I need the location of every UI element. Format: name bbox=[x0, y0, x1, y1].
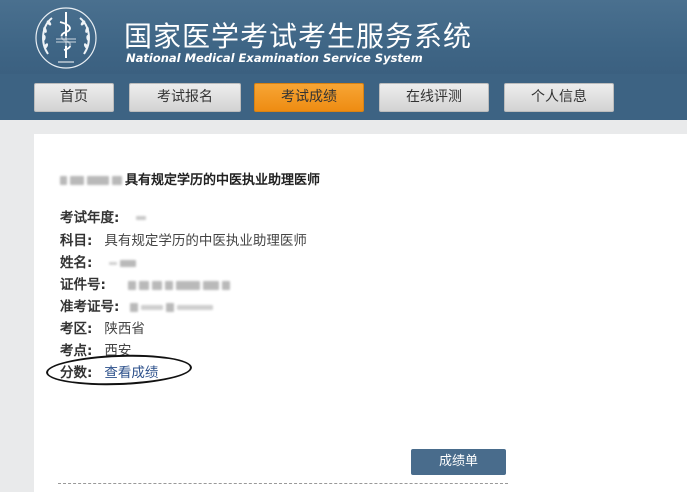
subject-label: 科目: bbox=[60, 233, 93, 249]
redacted-mark bbox=[140, 304, 163, 310]
result-card-title: 具有规定学历的中医执业助理医师 bbox=[60, 169, 320, 188]
redacted-mark bbox=[176, 304, 213, 310]
caduceus-emblem-icon bbox=[35, 7, 97, 69]
admission-ticket-label: 准考证号: bbox=[60, 299, 120, 315]
redacted-mark bbox=[108, 261, 117, 265]
score-report-button[interactable]: 成绩单 bbox=[411, 449, 506, 475]
nav-registration[interactable]: 考试报名 bbox=[129, 83, 241, 112]
system-title: 国家医学考试考生服务系统 bbox=[124, 20, 473, 53]
redacted-mark bbox=[176, 280, 201, 290]
redacted-mark bbox=[165, 302, 174, 312]
redacted-mark bbox=[135, 216, 146, 220]
name-label: 姓名: bbox=[60, 255, 93, 271]
nav-exam-results[interactable]: 考试成绩 bbox=[254, 83, 364, 112]
subject-value: 具有规定学历的中医执业助理医师 bbox=[104, 233, 307, 249]
nav-online-assessment[interactable]: 在线评测 bbox=[379, 83, 489, 112]
nav-personal-info[interactable]: 个人信息 bbox=[504, 83, 614, 112]
field-subject: 科目: 具有规定学历的中医执业助理医师 bbox=[60, 229, 307, 249]
redacted-mark bbox=[87, 176, 109, 185]
field-admission-ticket: 准考证号: bbox=[60, 295, 216, 315]
field-name: 姓名: bbox=[60, 251, 139, 271]
field-id-number: 证件号: bbox=[60, 273, 233, 293]
redacted-mark bbox=[128, 280, 137, 290]
exam-region-label: 考区: bbox=[60, 321, 93, 337]
redacted-mark bbox=[129, 302, 138, 312]
redacted-mark bbox=[222, 280, 231, 290]
dashed-divider bbox=[58, 483, 508, 484]
nav-home[interactable]: 首页 bbox=[34, 83, 114, 112]
redacted-mark bbox=[139, 280, 150, 290]
redacted-mark bbox=[152, 280, 163, 290]
id-number-label: 证件号: bbox=[60, 277, 106, 293]
main-nav: 首页 考试报名 考试成绩 在线评测 个人信息 bbox=[0, 74, 687, 120]
site-header: 国家医学考试考生服务系统 National Medical Examinatio… bbox=[0, 0, 687, 74]
redacted-mark bbox=[165, 280, 174, 290]
system-title-english: National Medical Examination Service Sys… bbox=[126, 51, 423, 65]
redacted-mark bbox=[70, 176, 84, 185]
field-exam-year: 考试年度: bbox=[60, 206, 149, 226]
redacted-mark bbox=[119, 259, 136, 267]
redacted-mark bbox=[60, 176, 67, 185]
redacted-mark bbox=[203, 280, 220, 290]
redacted-mark bbox=[112, 176, 122, 185]
result-card-title-text: 具有规定学历的中医执业助理医师 bbox=[125, 173, 321, 188]
exam-year-label: 考试年度: bbox=[60, 210, 120, 226]
exam-region-value: 陕西省 bbox=[104, 321, 145, 337]
field-exam-region: 考区: 陕西省 bbox=[60, 317, 145, 337]
